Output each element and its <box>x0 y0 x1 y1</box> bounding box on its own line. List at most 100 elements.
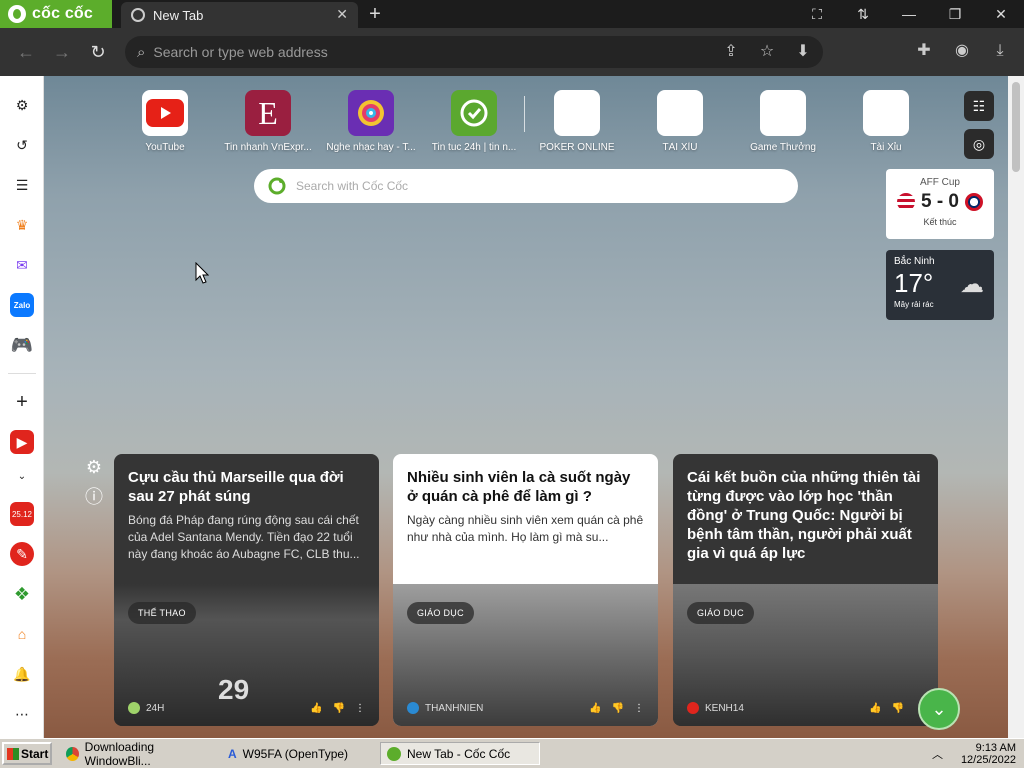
bookmark-star-icon[interactable]: ☆ <box>757 42 777 62</box>
system-tray: ︿ 9:13 AM 12/25/2022 <box>924 742 1024 766</box>
score-widget[interactable]: AFF Cup 5 - 0 Kết thúc <box>886 169 994 239</box>
customize-sliders-icon[interactable]: ☷ <box>964 91 994 121</box>
blank-icon <box>554 90 600 136</box>
minimize-button[interactable]: — <box>886 0 932 28</box>
bell-icon[interactable]: 🔔 <box>10 662 34 686</box>
profile-icon[interactable]: ◉ <box>952 41 972 61</box>
downloads-icon[interactable]: ⤓ <box>990 41 1010 61</box>
scrollbar-thumb[interactable] <box>1012 82 1020 172</box>
font-file-icon: A <box>228 746 237 761</box>
account-icon[interactable]: ◎ <box>964 129 994 159</box>
shortcut-poker-online[interactable]: POKER ONLINE <box>527 90 627 153</box>
notes-icon[interactable]: ✎ <box>10 542 34 566</box>
tab-title: New Tab <box>153 7 204 23</box>
shop-icon[interactable]: ⌂ <box>10 622 34 646</box>
feed-info-icon[interactable]: ⓘ <box>83 486 105 508</box>
share-icon[interactable]: ⇪ <box>721 42 741 62</box>
music-icon <box>348 90 394 136</box>
shortcut-youtube[interactable]: YouTube <box>115 90 215 153</box>
shortcut-vnexpress[interactable]: E Tin nhanh VnExpr... <box>218 90 318 153</box>
dislike-icon[interactable]: 👎 <box>612 703 624 714</box>
category-tag[interactable]: GIÁO DỤC <box>407 602 474 624</box>
card-excerpt: Ngày càng nhiều sinh viên xem quán cà ph… <box>407 513 644 544</box>
weather-widget[interactable]: Bắc Ninh 17° Mây rải rác ☁ <box>886 250 994 320</box>
download-video-icon[interactable]: ⬇ <box>793 42 813 62</box>
dislike-icon[interactable]: 👎 <box>892 703 904 714</box>
category-tag[interactable]: THỂ THAO <box>128 602 196 624</box>
start-button[interactable]: Start <box>2 742 52 765</box>
history-icon[interactable]: ↺ <box>10 133 34 157</box>
news-card[interactable]: Cựu cầu thủ Marseille qua đời sau 27 phá… <box>114 454 379 726</box>
source-name: KENH14 <box>705 702 744 714</box>
shortcut-game-thuong[interactable]: Game Thưởng <box>733 90 833 153</box>
dislike-icon[interactable]: 👎 <box>333 703 345 714</box>
extensions-icon[interactable]: ✚ <box>914 41 934 61</box>
shortcut-tai-xiu-upper[interactable]: TÀI XỈU <box>630 90 730 153</box>
taskbar-item-font[interactable]: A W95FA (OpenType) <box>222 742 372 765</box>
taskbar-item-chrome[interactable]: Downloading WindowBli... <box>60 739 210 768</box>
add-app-icon[interactable]: + <box>10 390 34 414</box>
tab-search-icon[interactable]: ⇅ <box>840 0 886 28</box>
brand-name: cốc cốc <box>32 5 93 22</box>
shortcut-label: YouTube <box>145 142 185 153</box>
vnexpress-icon: E <box>245 90 291 136</box>
address-bar[interactable]: ⌕ ⇪ ☆ ⬇ <box>125 36 823 68</box>
coccoc-search-icon <box>268 177 286 195</box>
card-title: Cái kết buồn của những thiên tài từng đư… <box>687 469 921 562</box>
back-button[interactable]: ← <box>14 40 38 64</box>
weather-city: Bắc Ninh <box>894 256 935 267</box>
coccoc-icon <box>387 746 401 761</box>
match-score: 5 - 0 <box>920 191 960 212</box>
gamepad-icon[interactable]: 🎮 <box>10 333 34 357</box>
news-card[interactable]: Nhiều sinh viên la cà suốt ngày ở quán c… <box>393 454 658 726</box>
shortcut-label: Tài Xỉu <box>870 142 902 153</box>
restore-button[interactable]: ❐ <box>932 0 978 28</box>
settings-icon[interactable]: ⚙ <box>10 93 34 117</box>
calendar-sale-icon[interactable]: 25.12 <box>10 502 34 526</box>
shortcut-tai-xiu[interactable]: Tài Xỉu <box>836 90 936 153</box>
window-controls: ⛶ ⇅ — ❐ ✕ <box>794 0 1024 28</box>
forward-button[interactable]: → <box>50 40 74 64</box>
messenger-icon[interactable]: ✉ <box>10 253 34 277</box>
youtube-sidebar-icon[interactable]: ▶ <box>10 430 34 454</box>
shortcut-music[interactable]: Nghe nhạc hay - T... <box>321 90 421 153</box>
new-tab-button[interactable]: + <box>364 3 386 25</box>
search-input[interactable] <box>296 179 776 193</box>
shortcut-news24h[interactable]: Tin tuc 24h | tin n... <box>424 90 524 153</box>
search-icon: ⌕ <box>137 43 146 61</box>
search-box[interactable] <box>254 169 798 203</box>
cloud-icon: ☁ <box>960 271 984 298</box>
taskbar-item-label: W95FA (OpenType) <box>242 746 349 761</box>
clock[interactable]: 9:13 AM 12/25/2022 <box>961 742 1016 766</box>
scroll-down-button[interactable]: ⌄ <box>918 688 960 730</box>
address-input[interactable] <box>153 44 714 60</box>
tab-strip: cốc cốc New Tab ✕ + ⛶ ⇅ — ❐ ✕ <box>0 0 1024 28</box>
tab-close-icon[interactable]: ✕ <box>336 6 348 23</box>
news-card[interactable]: Cái kết buồn của những thiên tài từng đư… <box>673 454 938 726</box>
more-options-icon[interactable]: ⋮ <box>634 703 644 714</box>
tab-new-tab[interactable]: New Tab ✕ <box>121 2 358 28</box>
category-tag[interactable]: GIÁO DỤC <box>687 602 754 624</box>
more-options-icon[interactable]: ⋮ <box>355 703 365 714</box>
coccoc-menu-button[interactable]: cốc cốc <box>0 0 112 28</box>
crown-icon[interactable]: ♛ <box>10 213 34 237</box>
page-scrollbar[interactable] <box>1008 76 1024 738</box>
screenshot-icon[interactable]: ⛶ <box>794 0 840 28</box>
feed-settings-icon[interactable]: ⚙ <box>83 456 105 478</box>
expand-icon[interactable]: ⌄ <box>10 464 34 488</box>
like-icon[interactable]: 👍 <box>589 703 601 714</box>
taskbar-item-coccoc[interactable]: New Tab - Cốc Cốc <box>380 742 540 765</box>
more-icon[interactable]: ⋯ <box>10 702 34 726</box>
blank-icon <box>657 90 703 136</box>
start-label: Start <box>21 746 49 761</box>
shortcut-label: Nghe nhạc hay - T... <box>326 142 416 153</box>
reading-list-icon[interactable]: ☰ <box>10 173 34 197</box>
close-window-button[interactable]: ✕ <box>978 0 1024 28</box>
taskbar-item-label: Downloading WindowBli... <box>84 739 155 768</box>
like-icon[interactable]: 👍 <box>310 703 322 714</box>
tray-expand-icon[interactable]: ︿ <box>932 746 943 762</box>
like-icon[interactable]: 👍 <box>869 703 881 714</box>
zalo-icon[interactable]: Zalo <box>10 293 34 317</box>
coccoc-map-icon[interactable]: ❖ <box>10 582 34 606</box>
reload-button[interactable]: ↻ <box>86 40 110 64</box>
